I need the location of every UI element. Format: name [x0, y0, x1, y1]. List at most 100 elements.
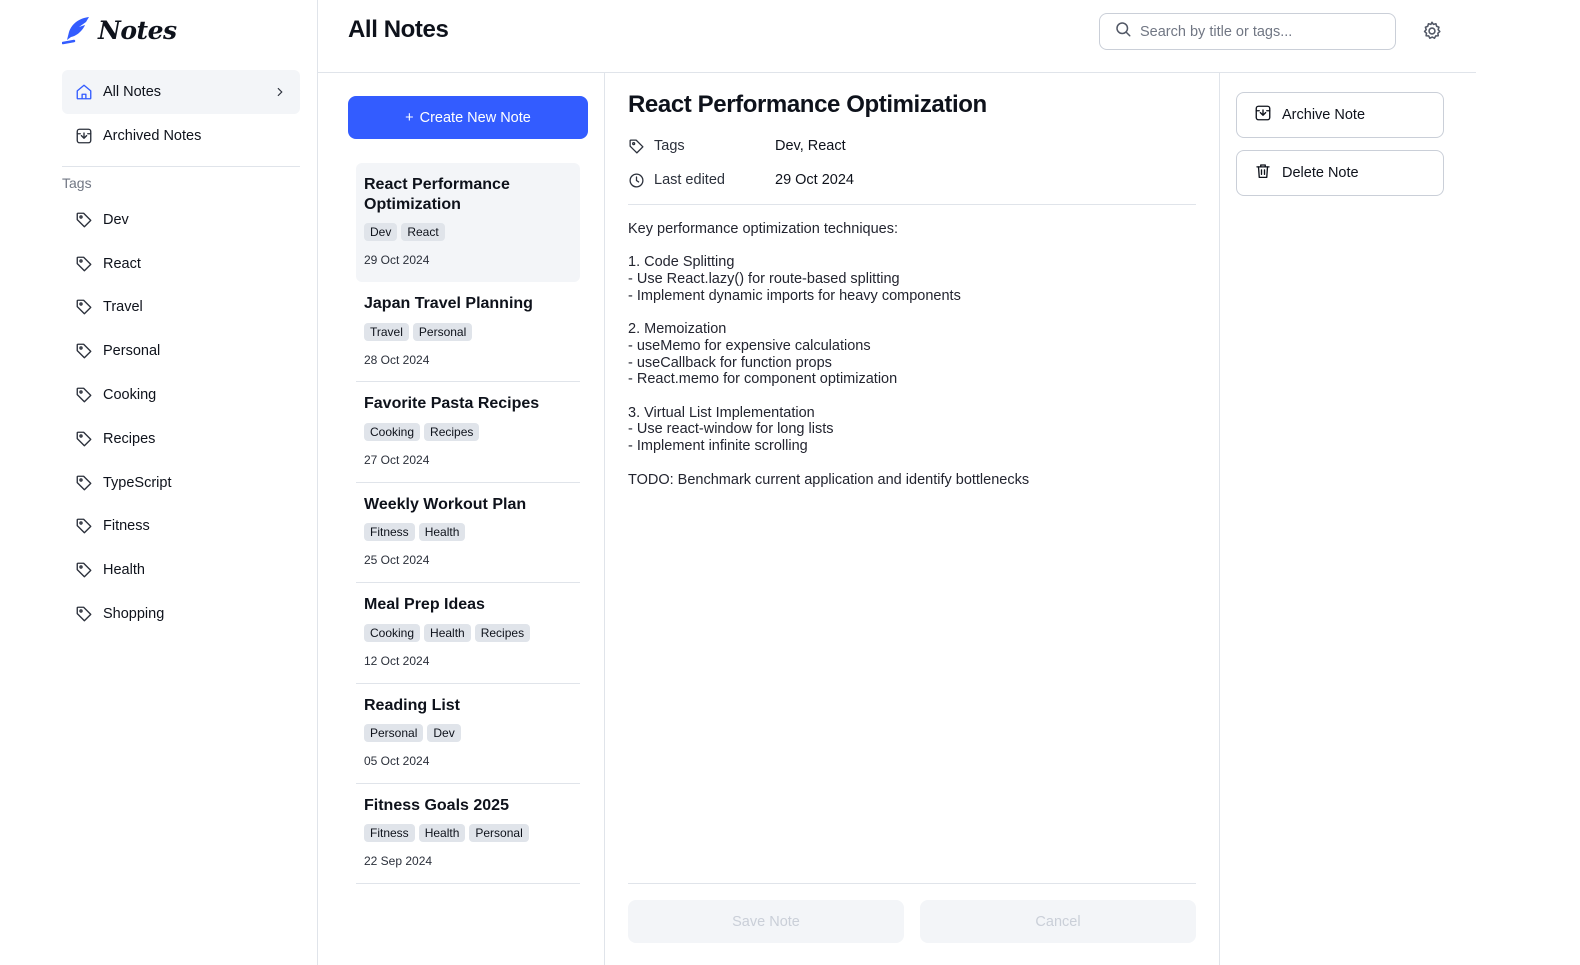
sidebar-tag-label: Fitness	[103, 518, 150, 535]
home-icon	[75, 83, 93, 101]
tags-list: Dev React Travel Personal Cooking Recipes Type…	[62, 198, 300, 636]
sidebar-tag-cooking[interactable]: Cooking	[62, 373, 300, 417]
app-name: Notes	[98, 15, 177, 45]
note-card[interactable]: Japan Travel Planning Travel Personal 28 Oc…	[356, 282, 580, 383]
note-card-date: 05 Oct 2024	[364, 754, 430, 769]
footer-divider	[628, 883, 1196, 884]
tag-icon	[75, 386, 93, 404]
sidebar-tag-label: React	[103, 255, 141, 272]
sidebar-item-all-notes[interactable]: All Notes	[62, 70, 300, 114]
archive-note-button[interactable]: Archive Note	[1236, 92, 1444, 138]
sidebar-tag-label: Dev	[103, 211, 129, 228]
trash-icon	[1254, 162, 1272, 184]
note-card-date: 27 Oct 2024	[364, 452, 430, 467]
search-box[interactable]	[1099, 13, 1396, 50]
sidebar-tag-label: Recipes	[103, 430, 156, 447]
plus-icon: +	[405, 109, 414, 126]
archive-icon	[1254, 104, 1272, 126]
sidebar-tag-react[interactable]: React	[62, 242, 300, 286]
note-card-tags: Cooking Recipes	[364, 422, 572, 441]
tag-chip: Recipes	[424, 422, 480, 441]
tag-icon	[75, 255, 93, 273]
note-card-title: React Performance Optimization	[364, 176, 510, 213]
tag-icon	[75, 605, 93, 623]
note-card-title: Weekly Workout Plan	[364, 495, 527, 513]
chevron-right-icon	[273, 85, 287, 99]
cancel-button[interactable]: Cancel	[920, 900, 1196, 943]
top-header: All Notes	[318, 0, 1476, 73]
tag-chip: Health	[418, 824, 466, 843]
sidebar-tag-dev[interactable]: Dev	[62, 198, 300, 242]
note-card-tags: Fitness Health Personal	[364, 824, 572, 843]
settings-button[interactable]	[1420, 19, 1444, 43]
tag-chip: Health	[418, 523, 466, 542]
sidebar-tag-fitness[interactable]: Fitness	[62, 505, 300, 549]
note-card-date: 22 Sep 2024	[364, 854, 433, 869]
note-card-title: Reading List	[364, 696, 461, 714]
feather-logo-icon	[62, 17, 89, 45]
tag-icon	[629, 138, 644, 154]
tag-chip: Fitness	[364, 523, 415, 542]
note-card-title: Fitness Goals 2025	[364, 796, 509, 814]
tag-chip: Personal	[469, 824, 529, 843]
tag-chip: Dev	[427, 724, 461, 743]
archive-icon	[75, 127, 93, 145]
tags-value[interactable]: Dev, React	[775, 138, 846, 154]
sidebar-tag-label: TypeScript	[103, 474, 172, 491]
tag-icon	[75, 561, 93, 579]
note-card-title: Meal Prep Ideas	[364, 596, 485, 614]
note-card-tags: Cooking Health Recipes	[364, 623, 572, 642]
tag-icon	[75, 298, 93, 316]
sidebar-tag-label: Travel	[103, 299, 143, 316]
gear-icon	[1423, 21, 1441, 40]
note-card-tags: Travel Personal	[364, 322, 572, 341]
tag-chip: Health	[424, 623, 471, 642]
note-tags-row: Tags Dev, React	[628, 135, 1198, 157]
note-card-date: 12 Oct 2024	[364, 653, 430, 668]
note-card-date: 25 Oct 2024	[364, 553, 430, 568]
sidebar-tag-label: Personal	[103, 343, 161, 360]
tag-chip: Cooking	[364, 422, 421, 441]
detail-divider	[628, 204, 1196, 205]
sidebar-tag-label: Cooking	[103, 387, 157, 404]
sidebar-tag-shopping[interactable]: Shopping	[62, 592, 300, 636]
tag-chip: React	[401, 223, 445, 241]
notes-list: React Performance Optimization Dev React 29…	[356, 163, 580, 885]
note-card[interactable]: Weekly Workout Plan Fitness Health 25 Oct 2…	[356, 483, 580, 584]
note-card[interactable]: Meal Prep Ideas Cooking Health Recipes 12 Oc…	[356, 583, 580, 684]
tag-chip: Travel	[364, 322, 409, 341]
tag-chip: Personal	[412, 322, 473, 341]
sidebar-item-label: Archived Notes	[103, 128, 202, 144]
note-card-tags: Fitness Health	[364, 523, 572, 542]
sidebar-tag-label: Shopping	[103, 606, 165, 623]
note-content[interactable]: Key performance optimization techniques:…	[628, 221, 1196, 488]
sidebar-item-label: All Notes	[103, 84, 162, 100]
note-card[interactable]: React Performance Optimization Dev React 29…	[356, 163, 580, 282]
sidebar-tag-recipes[interactable]: Recipes	[62, 417, 300, 461]
delete-note-button[interactable]: Delete Note	[1236, 150, 1444, 196]
sidebar-tag-health[interactable]: Health	[62, 548, 300, 592]
sidebar: Notes All Notes Archived Notes Tags Dev R…	[0, 0, 318, 965]
sidebar-tag-typescript[interactable]: TypeScript	[62, 461, 300, 505]
note-card[interactable]: Fitness Goals 2025 Fitness Health Personal 2…	[356, 784, 580, 885]
search-input[interactable]	[1140, 23, 1370, 40]
sidebar-tag-travel[interactable]: Travel	[62, 286, 300, 330]
tag-chip: Personal	[364, 724, 424, 743]
sidebar-tag-personal[interactable]: Personal	[62, 329, 300, 373]
note-card[interactable]: Favorite Pasta Recipes Cooking Recipes 27 O…	[356, 382, 580, 483]
save-note-button[interactable]: Save Note	[628, 900, 904, 943]
tags-heading: Tags	[62, 175, 92, 191]
page-title: All Notes	[348, 16, 449, 43]
note-card-tags: Personal Dev	[364, 724, 572, 743]
note-detail-panel: React Performance Optimization Tags Dev,…	[605, 73, 1220, 965]
sidebar-item-archived-notes[interactable]: Archived Notes	[62, 114, 300, 158]
note-card-tags: Dev React	[364, 223, 572, 241]
tag-chip: Cooking	[364, 623, 421, 642]
tag-icon	[75, 474, 93, 492]
tag-icon	[75, 342, 93, 360]
create-new-note-button[interactable]: + Create New Note	[348, 96, 588, 139]
note-card-title: Favorite Pasta Recipes	[364, 395, 540, 413]
app-logo[interactable]: Notes	[62, 13, 177, 47]
sidebar-tag-label: Health	[103, 562, 145, 579]
note-card[interactable]: Reading List Personal Dev 05 Oct 2024	[356, 684, 580, 784]
